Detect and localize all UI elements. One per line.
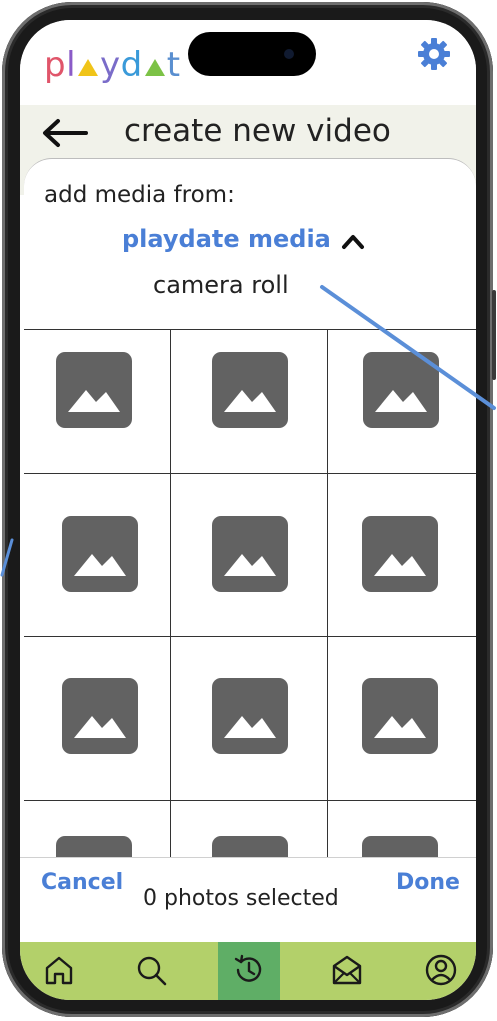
side-button — [492, 290, 496, 380]
page-title: create new video — [124, 113, 391, 149]
logo-triangle-yellow — [78, 59, 99, 76]
add-media-prompt: add media from: — [44, 182, 235, 208]
gear-icon[interactable] — [416, 36, 452, 72]
playdate-logo: pl yd t — [44, 45, 181, 85]
nav-home[interactable] — [28, 942, 90, 1000]
logo-letter-y: y — [100, 45, 121, 85]
grid-divider — [170, 330, 171, 858]
bottom-nav — [20, 942, 476, 1000]
image-placeholder-icon[interactable] — [362, 836, 438, 858]
screen: pl yd t create new video add media from: p… — [20, 20, 476, 1000]
done-button[interactable]: Done — [396, 870, 460, 895]
top-bar: pl yd t — [20, 20, 476, 105]
grid-divider — [327, 330, 328, 858]
camera-roll-option[interactable]: camera roll — [153, 271, 289, 299]
grid-divider — [24, 636, 476, 637]
image-placeholder-icon[interactable] — [212, 678, 288, 754]
image-placeholder-icon[interactable] — [56, 352, 132, 428]
history-icon — [234, 954, 262, 982]
nav-profile[interactable] — [410, 942, 472, 1000]
nav-messages[interactable] — [316, 942, 378, 1000]
camera-lens — [284, 49, 294, 59]
playdate-media-option[interactable]: playdate media — [122, 225, 331, 253]
nav-history[interactable] — [218, 942, 280, 1000]
image-placeholder-icon[interactable] — [212, 836, 288, 858]
image-placeholder-icon[interactable] — [62, 678, 138, 754]
grid-divider — [24, 473, 476, 474]
back-arrow-icon[interactable] — [40, 116, 88, 150]
dynamic-island — [188, 32, 316, 76]
logo-letter-p: p — [44, 45, 67, 85]
profile-icon — [425, 954, 457, 986]
search-icon — [137, 956, 167, 986]
grid-divider — [24, 800, 476, 801]
logo-letter-t: t — [166, 45, 181, 85]
image-placeholder-icon[interactable] — [56, 836, 132, 858]
chevron-up-icon[interactable] — [341, 231, 365, 251]
image-placeholder-icon[interactable] — [62, 516, 138, 592]
home-icon — [45, 956, 73, 985]
cancel-button[interactable]: Cancel — [41, 870, 123, 895]
mail-icon — [332, 955, 362, 985]
image-placeholder-icon[interactable] — [212, 352, 288, 428]
image-placeholder-icon[interactable] — [363, 352, 439, 428]
selection-count: 0 photos selected — [143, 886, 339, 911]
image-placeholder-icon[interactable] — [212, 516, 288, 592]
image-placeholder-icon[interactable] — [362, 516, 438, 592]
media-grid — [24, 329, 476, 858]
logo-triangle-green — [144, 59, 165, 76]
image-placeholder-icon[interactable] — [362, 678, 438, 754]
nav-search[interactable] — [120, 942, 182, 1000]
logo-letter-l: l — [66, 45, 77, 85]
logo-letter-d: d — [120, 45, 143, 85]
